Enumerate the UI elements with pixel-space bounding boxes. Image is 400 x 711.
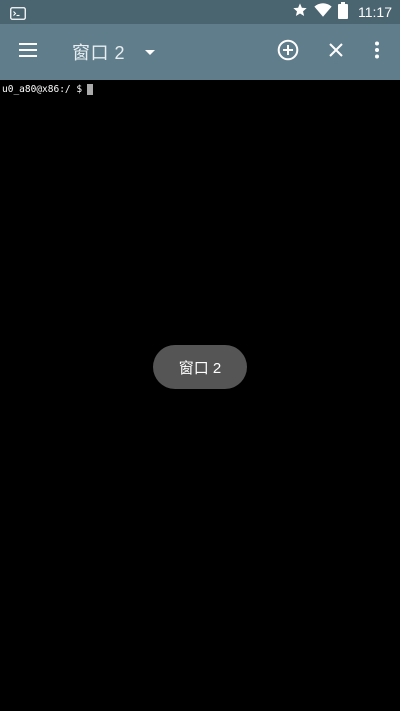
new-window-button[interactable] xyxy=(264,24,312,80)
status-bar: 11:17 xyxy=(0,0,400,24)
close-icon xyxy=(328,42,344,62)
terminal-view[interactable]: u0_a80@x86:/ $ xyxy=(0,80,400,711)
toolbar: 窗口 2 xyxy=(0,24,400,80)
terminal-prompt: u0_a80@x86:/ $ xyxy=(2,84,83,95)
more-vert-icon xyxy=(374,41,380,63)
close-window-button[interactable] xyxy=(312,24,360,80)
terminal-prompt-line: u0_a80@x86:/ $ xyxy=(2,84,94,95)
toast: 窗口 2 xyxy=(153,345,247,389)
star-icon xyxy=(292,2,308,22)
add-circle-icon xyxy=(277,39,299,65)
overflow-menu-button[interactable] xyxy=(354,24,400,80)
status-time: 11:17 xyxy=(358,4,392,20)
menu-button[interactable] xyxy=(4,24,52,80)
toast-text: 窗口 2 xyxy=(178,359,222,377)
dropdown-arrow-icon xyxy=(143,45,157,59)
terminal-notification-icon xyxy=(10,5,26,20)
window-title: 窗口 2 xyxy=(72,43,126,63)
wifi-icon xyxy=(314,2,332,22)
screen: 11:17 窗口 2 u0_a80@x86:/ $ 窗口 2 xyxy=(0,0,400,711)
window-selector[interactable]: 窗口 2 xyxy=(64,24,163,80)
battery-icon xyxy=(338,1,348,23)
menu-icon xyxy=(18,42,38,62)
terminal-cursor xyxy=(87,84,94,95)
status-icons: 11:17 xyxy=(292,0,392,24)
